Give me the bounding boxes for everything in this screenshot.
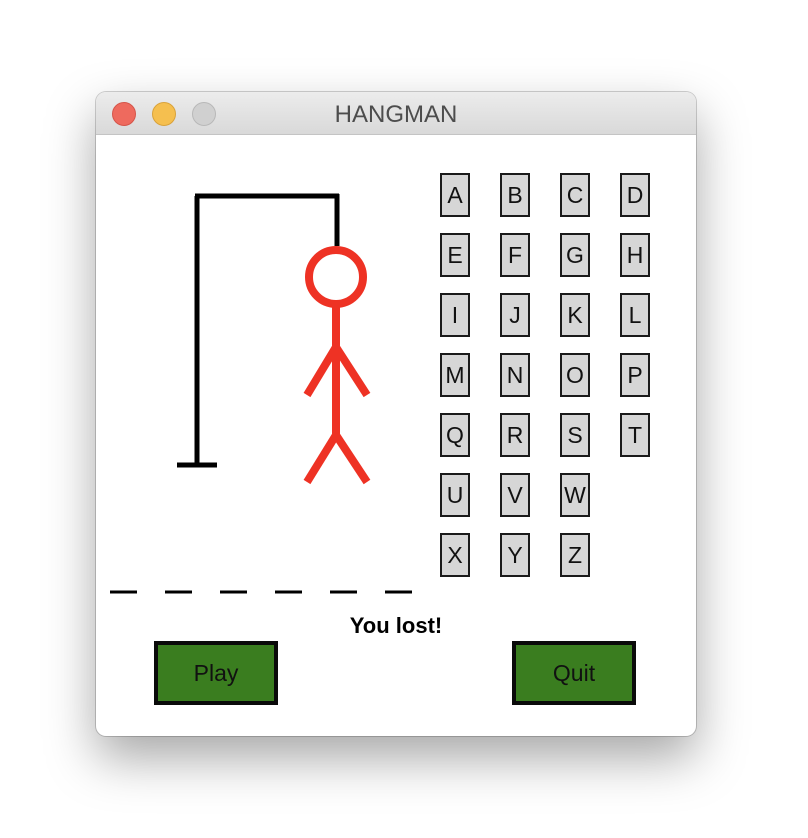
gallows (177, 193, 340, 468)
figure-left-leg (303, 432, 340, 485)
letter-button-v[interactable]: V (500, 473, 530, 517)
figure-right-leg (332, 432, 371, 485)
window-title: HANGMAN (334, 101, 458, 128)
letter-button-p[interactable]: P (620, 353, 650, 397)
letter-button-j[interactable]: J (500, 293, 530, 337)
letter-button-s[interactable]: S (560, 413, 590, 457)
letter-button-b[interactable]: B (500, 173, 530, 217)
letter-button-z[interactable]: Z (560, 533, 590, 577)
game-area: ABCD EFGH IJKL MNOP QRST UVW XYZ You lost! Pla… (96, 135, 696, 736)
letter-button-o[interactable]: O (560, 353, 590, 397)
letter-button-c[interactable]: C (560, 173, 590, 217)
letter-button-a[interactable]: A (440, 173, 470, 217)
letter-button-m[interactable]: M (440, 353, 470, 397)
figure-left-arm (303, 344, 340, 398)
letter-button-f[interactable]: F (500, 233, 530, 277)
letter-button-y[interactable]: Y (500, 533, 530, 577)
title-bar[interactable]: HANGMAN (96, 92, 696, 135)
letter-button-t[interactable]: T (620, 413, 650, 457)
letter-button-e[interactable]: E (440, 233, 470, 277)
letter-button-n[interactable]: N (500, 353, 530, 397)
figure-head (305, 246, 367, 308)
letter-button-w[interactable]: W (560, 473, 590, 517)
letter-button-r[interactable]: R (500, 413, 530, 457)
play-button[interactable]: Play (154, 641, 278, 705)
letter-button-u[interactable]: U (440, 473, 470, 517)
letter-button-i[interactable]: I (440, 293, 470, 337)
hanged-figure (303, 246, 371, 485)
letter-button-k[interactable]: K (560, 293, 590, 337)
quit-button[interactable]: Quit (512, 641, 636, 705)
letter-button-q[interactable]: Q (440, 413, 470, 457)
letter-button-h[interactable]: H (620, 233, 650, 277)
letter-button-g[interactable]: G (560, 233, 590, 277)
game-status-message: You lost! (349, 613, 443, 638)
hangman-window: HANGMAN ABCD EFGH IJKL MNOP QRST UVW XYZ You l… (96, 92, 696, 736)
letter-button-l[interactable]: L (620, 293, 650, 337)
letter-button-x[interactable]: X (440, 533, 470, 577)
letter-button-d[interactable]: D (620, 173, 650, 217)
figure-right-arm (332, 344, 371, 398)
